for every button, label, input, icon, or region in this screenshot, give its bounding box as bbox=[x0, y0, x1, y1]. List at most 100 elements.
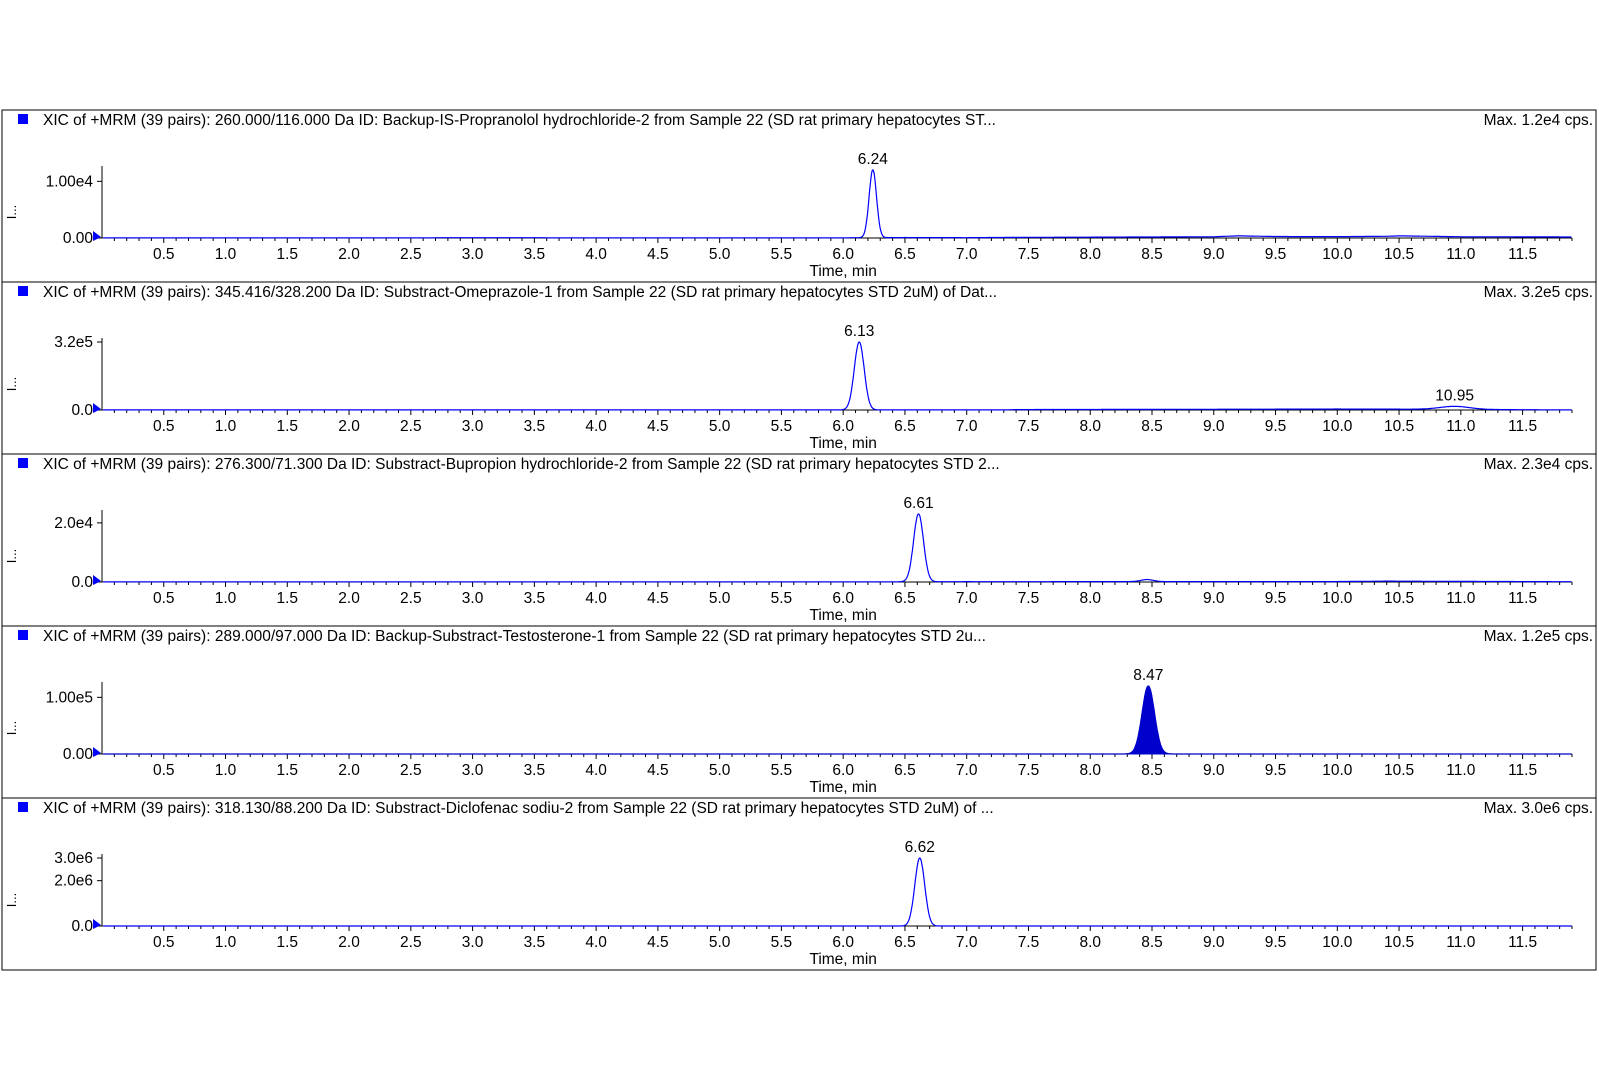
x-tick-label: 3.0 bbox=[462, 246, 484, 263]
chromatogram-panel: XIC of +MRM (39 pairs): 260.000/116.000 … bbox=[1, 109, 1597, 283]
x-tick-label: 0.5 bbox=[153, 418, 175, 435]
x-tick-label: 2.0 bbox=[338, 934, 360, 951]
chromatogram-trace bbox=[103, 169, 1572, 239]
x-tick-label: 4.0 bbox=[585, 246, 607, 263]
x-tick-label: 5.0 bbox=[709, 762, 731, 779]
x-tick-label: 11.5 bbox=[1508, 246, 1537, 263]
origin-marker-icon bbox=[93, 231, 101, 241]
x-tick-label: 4.0 bbox=[585, 418, 607, 435]
x-tick-label: 7.0 bbox=[956, 934, 978, 951]
x-tick-label: 7.5 bbox=[1018, 246, 1040, 263]
chromatogram-panel: XIC of +MRM (39 pairs): 318.130/88.200 D… bbox=[1, 797, 1597, 971]
x-tick-label: 9.5 bbox=[1265, 590, 1287, 607]
x-tick-label: 7.5 bbox=[1018, 934, 1040, 951]
x-tick-label: 4.5 bbox=[647, 762, 669, 779]
panel-border bbox=[1, 281, 1597, 455]
y-axis-label: I... bbox=[4, 893, 19, 907]
series-marker-icon bbox=[18, 458, 28, 468]
x-tick-label: 1.5 bbox=[277, 590, 299, 607]
x-tick-label: 4.0 bbox=[585, 762, 607, 779]
x-tick-label: 1.0 bbox=[215, 934, 237, 951]
x-axis-label: Time, min bbox=[809, 951, 876, 968]
x-tick-label: 8.0 bbox=[1079, 418, 1101, 435]
max-intensity-label: Max. 2.3e4 cps. bbox=[1484, 456, 1593, 473]
x-tick-label: 7.5 bbox=[1018, 418, 1040, 435]
peak-rt-label: 6.61 bbox=[903, 495, 933, 512]
x-tick-label: 1.0 bbox=[215, 246, 237, 263]
x-tick-label: 8.5 bbox=[1141, 762, 1163, 779]
x-tick-label: 10.0 bbox=[1322, 418, 1353, 435]
x-tick-label: 6.5 bbox=[894, 934, 916, 951]
x-tick-label: 3.0 bbox=[462, 418, 484, 435]
x-tick-label: 11.0 bbox=[1446, 590, 1475, 607]
x-tick-label: 6.0 bbox=[832, 762, 854, 779]
x-tick-label: 11.0 bbox=[1446, 418, 1475, 435]
y-axis-label: I... bbox=[4, 721, 19, 735]
x-tick-label: 10.5 bbox=[1384, 418, 1414, 435]
x-tick-label: 3.5 bbox=[524, 934, 546, 951]
x-tick-label: 3.5 bbox=[524, 762, 546, 779]
chromatogram-panel: XIC of +MRM (39 pairs): 289.000/97.000 D… bbox=[1, 625, 1597, 799]
x-tick-label: 5.5 bbox=[771, 418, 793, 435]
x-tick-label: 10.0 bbox=[1322, 246, 1353, 263]
y-tick-label: 0.00 bbox=[63, 230, 94, 247]
origin-marker-icon bbox=[93, 403, 101, 413]
x-tick-label: 0.5 bbox=[153, 246, 175, 263]
x-tick-label: 2.0 bbox=[338, 418, 360, 435]
chromatogram-trace bbox=[103, 857, 1572, 927]
x-tick-label: 4.5 bbox=[647, 418, 669, 435]
x-tick-label: 6.5 bbox=[894, 590, 916, 607]
x-tick-label: 1.5 bbox=[277, 418, 299, 435]
x-tick-label: 6.0 bbox=[832, 590, 854, 607]
panel-border bbox=[1, 109, 1597, 283]
x-tick-label: 0.5 bbox=[153, 762, 175, 779]
x-tick-label: 9.5 bbox=[1265, 246, 1287, 263]
x-tick-label: 7.5 bbox=[1018, 590, 1040, 607]
chromatogram-trace bbox=[103, 341, 1572, 411]
series-marker-icon bbox=[18, 286, 28, 296]
x-tick-label: 11.0 bbox=[1446, 762, 1475, 779]
panel-border bbox=[1, 453, 1597, 627]
x-tick-label: 1.0 bbox=[215, 418, 237, 435]
x-tick-label: 3.5 bbox=[524, 590, 546, 607]
x-axis-label: Time, min bbox=[809, 607, 876, 624]
x-tick-label: 4.0 bbox=[585, 590, 607, 607]
y-tick-label: 3.2e5 bbox=[54, 334, 93, 351]
x-tick-label: 3.0 bbox=[462, 762, 484, 779]
x-tick-label: 2.5 bbox=[400, 762, 422, 779]
x-tick-label: 2.5 bbox=[400, 246, 422, 263]
x-tick-label: 6.0 bbox=[832, 246, 854, 263]
max-intensity-label: Max. 1.2e4 cps. bbox=[1484, 112, 1593, 129]
x-tick-label: 9.5 bbox=[1265, 762, 1287, 779]
chromatogram-panel: XIC of +MRM (39 pairs): 345.416/328.200 … bbox=[1, 281, 1597, 455]
x-tick-label: 3.5 bbox=[524, 246, 546, 263]
y-tick-label: 0.0 bbox=[71, 918, 93, 935]
x-tick-label: 2.5 bbox=[400, 934, 422, 951]
peak-rt-label: 6.24 bbox=[858, 151, 889, 168]
x-tick-label: 1.5 bbox=[277, 246, 299, 263]
x-tick-label: 9.5 bbox=[1265, 934, 1287, 951]
x-tick-label: 8.0 bbox=[1079, 934, 1101, 951]
panel-border bbox=[1, 797, 1597, 971]
x-tick-label: 4.5 bbox=[647, 246, 669, 263]
x-tick-label: 11.0 bbox=[1446, 246, 1475, 263]
x-tick-label: 5.5 bbox=[771, 246, 793, 263]
y-tick-label: 2.0e6 bbox=[54, 873, 93, 890]
x-tick-label: 2.0 bbox=[338, 246, 360, 263]
x-tick-label: 11.5 bbox=[1508, 590, 1537, 607]
x-tick-label: 0.5 bbox=[153, 590, 175, 607]
y-tick-label: 0.0 bbox=[71, 402, 93, 419]
y-tick-label: 0.00 bbox=[63, 746, 94, 763]
x-tick-label: 6.5 bbox=[894, 246, 916, 263]
x-tick-label: 2.0 bbox=[338, 590, 360, 607]
series-marker-icon bbox=[18, 114, 28, 124]
x-tick-label: 7.0 bbox=[956, 762, 978, 779]
y-tick-label: 1.00e4 bbox=[46, 173, 94, 190]
panel-title: XIC of +MRM (39 pairs): 318.130/88.200 D… bbox=[43, 800, 994, 817]
peak-rt-label: 8.47 bbox=[1133, 667, 1163, 684]
x-tick-label: 8.0 bbox=[1079, 762, 1101, 779]
x-tick-label: 9.0 bbox=[1203, 246, 1225, 263]
x-tick-label: 4.5 bbox=[647, 590, 669, 607]
chromatogram-panel: XIC of +MRM (39 pairs): 276.300/71.300 D… bbox=[1, 453, 1597, 627]
x-tick-label: 3.0 bbox=[462, 934, 484, 951]
